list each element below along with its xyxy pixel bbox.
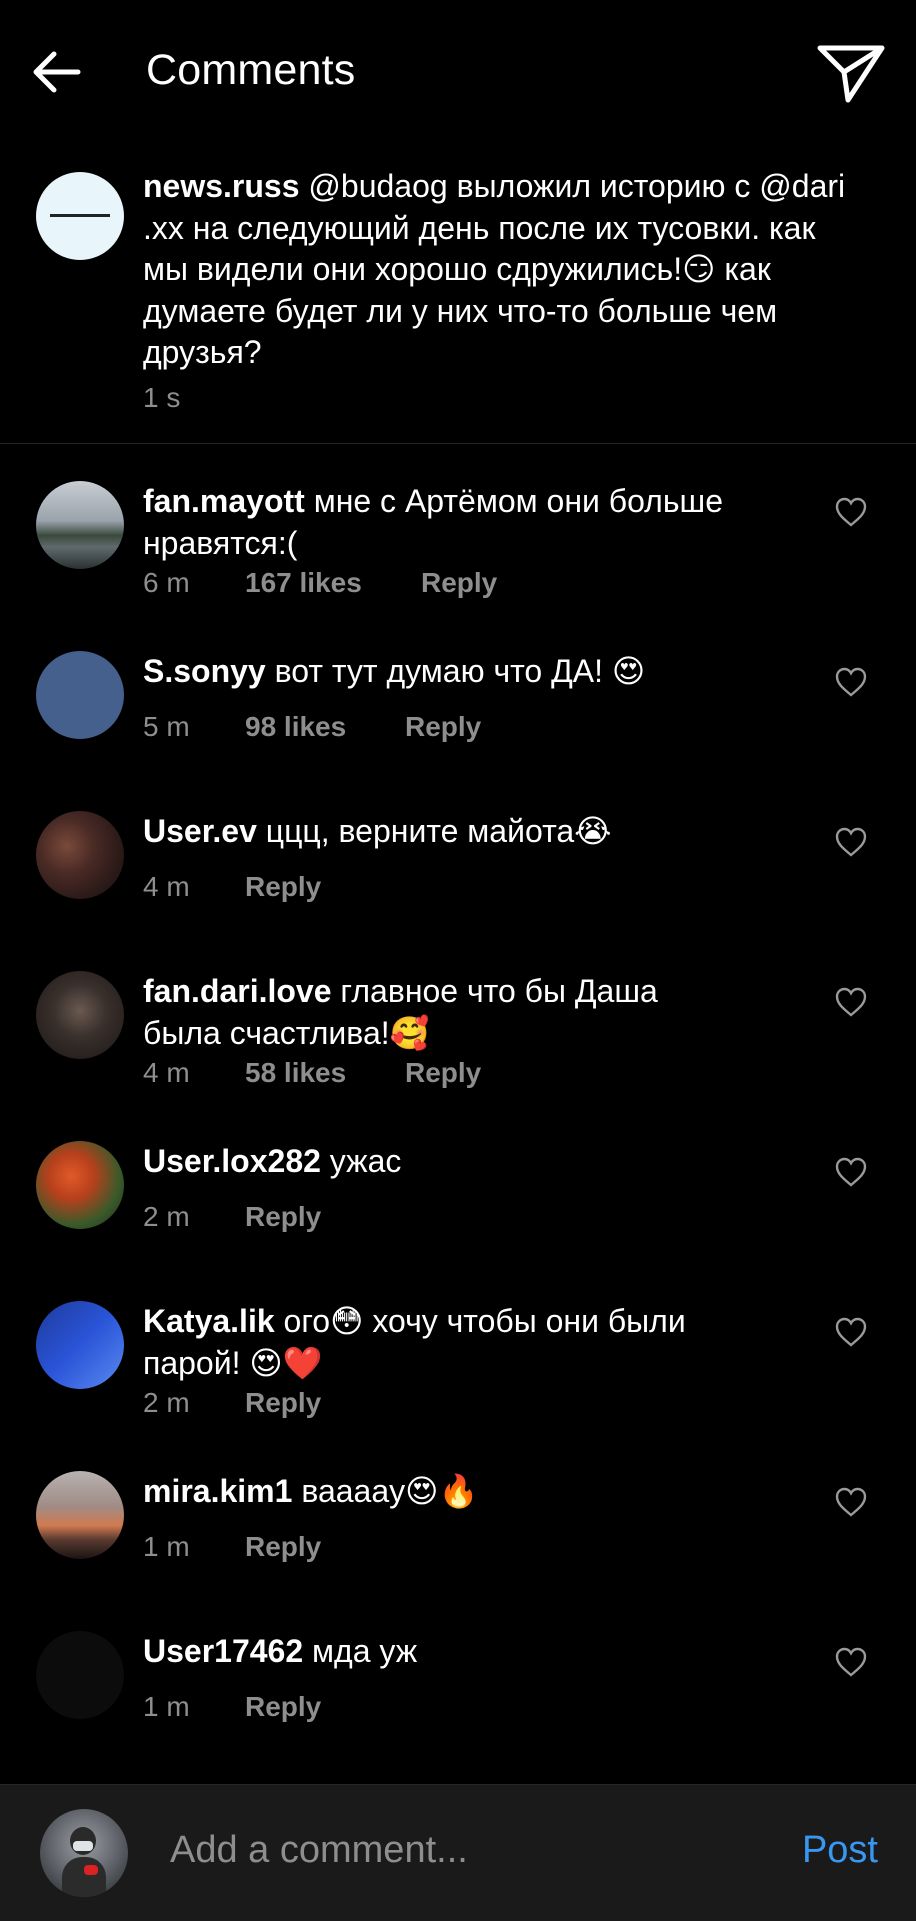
avatar[interactable] xyxy=(36,172,124,260)
avatar[interactable] xyxy=(36,1301,124,1389)
username[interactable]: User.lox282 xyxy=(143,1143,321,1179)
comment-text: fan.dari.love главное что бы Даша была с… xyxy=(143,973,658,1051)
username[interactable]: fan.mayott xyxy=(143,483,305,519)
comment-meta: 5 m 98 likes Reply xyxy=(143,711,481,743)
reply-button[interactable]: Reply xyxy=(245,871,321,903)
likes-count[interactable]: 98 likes xyxy=(245,711,405,743)
reply-button[interactable]: Reply xyxy=(405,711,481,743)
heart-icon[interactable] xyxy=(834,496,868,528)
username[interactable]: User.ev xyxy=(143,813,257,849)
heart-icon[interactable] xyxy=(834,1156,868,1188)
reply-button[interactable]: Reply xyxy=(421,567,497,599)
timestamp: 2 m xyxy=(143,1201,190,1232)
username[interactable]: Katya.lik xyxy=(143,1303,275,1339)
reply-button[interactable]: Reply xyxy=(245,1531,321,1563)
comment-meta: 1 m Reply xyxy=(143,1691,321,1723)
post-button[interactable]: Post xyxy=(802,1829,878,1872)
username[interactable]: mira.kim1 xyxy=(143,1473,292,1509)
avatar[interactable] xyxy=(36,651,124,739)
comment-meta: 4 m 58 likes Reply xyxy=(143,1057,481,1089)
timestamp: 4 m xyxy=(143,871,190,902)
avatar[interactable] xyxy=(36,1141,124,1229)
caption-text: news.russ @budaog выложил историю с @dar… xyxy=(143,168,846,370)
comment-text: S.sonyy вот тут думаю что ДА! 😍 xyxy=(143,653,646,689)
username[interactable]: news.russ xyxy=(143,168,300,204)
avatar[interactable] xyxy=(36,971,124,1059)
timestamp: 4 m xyxy=(143,1057,190,1088)
avatar[interactable] xyxy=(36,811,124,899)
reply-button[interactable]: Reply xyxy=(245,1691,321,1723)
likes-count[interactable]: 167 likes xyxy=(245,567,421,599)
avatar[interactable] xyxy=(36,1471,124,1559)
comment-text: User.lox282 ужас xyxy=(143,1143,402,1179)
paper-plane-icon[interactable] xyxy=(814,42,888,106)
likes-count[interactable]: 58 likes xyxy=(245,1057,405,1089)
timestamp: 1 m xyxy=(143,1531,190,1562)
comment-text: fan.mayott мне с Артёмом они больше нрав… xyxy=(143,483,723,561)
username[interactable]: S.sonyy xyxy=(143,653,266,689)
comment-meta: 1 m Reply xyxy=(143,1531,321,1563)
comment-text: Katya.lik ого😳 хочу чтобы они были парой… xyxy=(143,1303,686,1381)
timestamp: 2 m xyxy=(143,1387,190,1418)
avatar[interactable] xyxy=(36,481,124,569)
avatar[interactable] xyxy=(36,1631,124,1719)
top-bar: Comments xyxy=(0,0,916,150)
comment-text: User.ev ццц, верните майота😭 xyxy=(143,813,612,849)
timestamp: 1 m xyxy=(143,1691,190,1722)
reply-button[interactable]: Reply xyxy=(245,1201,321,1233)
comment-text: mira.kim1 вааааy😍🔥 xyxy=(143,1473,479,1509)
reply-button[interactable]: Reply xyxy=(245,1387,321,1419)
comment-input[interactable]: Add a comment... xyxy=(170,1829,468,1872)
comment-meta: 4 m Reply xyxy=(143,871,321,903)
post-caption: news.russ @budaog выложил историю с @dar… xyxy=(0,160,916,444)
heart-icon[interactable] xyxy=(834,666,868,698)
heart-icon[interactable] xyxy=(834,986,868,1018)
heart-icon[interactable] xyxy=(834,1486,868,1518)
comment-meta: 2 m Reply xyxy=(143,1387,321,1419)
timestamp: 5 m xyxy=(143,711,190,742)
heart-icon[interactable] xyxy=(834,1646,868,1678)
current-user-avatar xyxy=(40,1809,128,1897)
comment-meta: 6 m 167 likes Reply xyxy=(143,567,497,599)
timestamp: 6 m xyxy=(143,567,190,598)
arrow-left-icon[interactable] xyxy=(28,42,88,102)
reply-button[interactable]: Reply xyxy=(405,1057,481,1089)
timestamp: 1 s xyxy=(143,382,181,413)
username[interactable]: fan.dari.love xyxy=(143,973,332,1009)
heart-icon[interactable] xyxy=(834,826,868,858)
heart-icon[interactable] xyxy=(834,1316,868,1348)
username[interactable]: User17462 xyxy=(143,1633,303,1669)
comment-meta: 2 m Reply xyxy=(143,1201,321,1233)
comment-text: User17462 мда уж xyxy=(143,1633,418,1669)
comment-composer: Add a comment... Post xyxy=(0,1784,916,1921)
page-title: Comments xyxy=(146,46,356,94)
